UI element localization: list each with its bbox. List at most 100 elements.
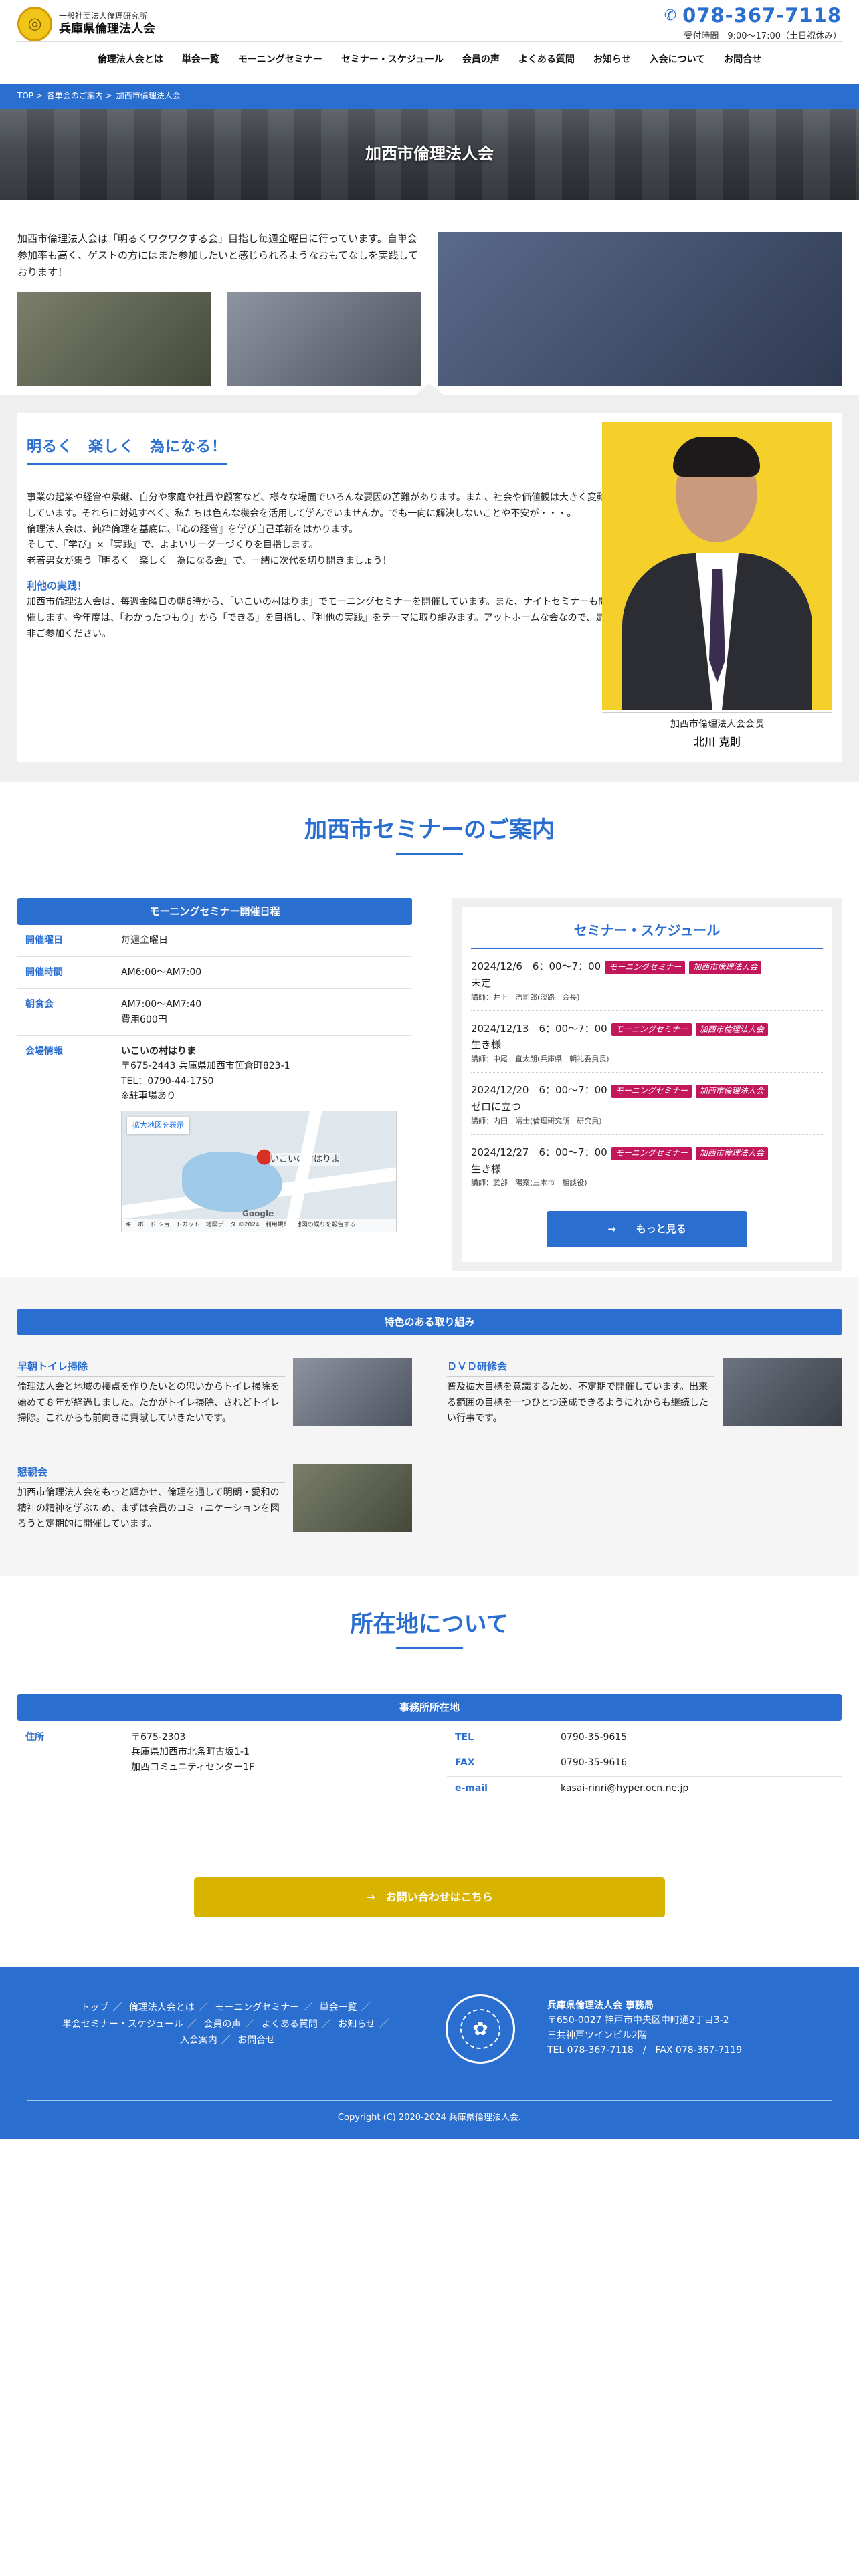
nav-item-schedule[interactable]: セミナー・スケジュール [332,52,453,68]
office-address: 〒650-0027 神戸市中央区中町通2丁目3-2 [547,2015,729,2026]
office-tel-fax: TEL 078-367-7118 / FAX 078-367-7119 [547,2045,743,2056]
address-label: 住所 [25,1732,44,1743]
title-underline [396,1647,463,1650]
footer-link-voices[interactable]: 会員の声 [203,2019,241,2030]
location-section: 所在地について 事務所所在地 住所 〒675-2303 兵庫県加西市北条町古坂1… [0,1576,859,1967]
schedule-item[interactable]: 2024/12/6 6：00〜7：00 モーニングセミナー 加西市倫理法人会 未定 … [471,949,823,1011]
map-enlarge-link[interactable]: 拡大地図を表示 [127,1116,189,1134]
fax-label: FAX [455,1757,475,1769]
intro-photo-2 [227,292,421,386]
tel-value[interactable]: 0790-35-9615 [561,1730,842,1745]
info-row: 朝食会 AM7:00〜AM7:40 費用600円 [17,989,412,1036]
breadcrumb-branches[interactable]: 各単会のご案内 > [47,90,112,103]
section-arrow [415,383,444,395]
schedule-date: 2024/12/6 6：00〜7：00 [471,960,601,972]
feature-text: 普及拡大目標を意識するため、不定期で開催しています。出来る範囲の目標を一つひとつ… [447,1381,708,1424]
message-title: 明るく 楽しく 為になる！ [27,435,227,465]
president-portrait [602,422,832,710]
schedule-item[interactable]: 2024/12/20 6：00〜7：00 モーニングセミナー 加西市倫理法人会 ゼロ… [471,1073,823,1135]
tag-morning-seminar: モーニングセミナー [611,1146,692,1160]
nav-item-morning-seminar[interactable]: モーニングセミナー [229,52,332,68]
tag-branch: 加西市倫理法人会 [695,1146,768,1160]
feature-item: 懇親会 加西市倫理法人会をもっと輝かせ、倫理を通して明朗・愛和の精神の精神を学ぶ… [17,1464,412,1533]
nav-item-contact[interactable]: お問合せ [714,52,771,68]
schedule-speaker: 講師：中尾 直太朗(兵庫県 朝礼委員長) [471,1055,609,1064]
feature-item: 早朝トイレ掃除 倫理法人会と地域の接点を作りたいとの思いからトイレ掃除を始めて８… [17,1358,412,1427]
hero-banner: 加西市倫理法人会 [0,109,859,200]
footer-link-join[interactable]: 入会案内 [180,2035,217,2046]
venue-parking: ※駐車場あり [121,1091,176,1102]
schedule-date: 2024/12/13 6：00〜7：00 [471,1022,607,1035]
phone-number: 078-367-7118 [682,4,842,27]
footer-office: 兵庫県倫理法人会 事務局 〒650-0027 神戸市中央区中町通2丁目3-2 三… [547,1998,742,2058]
schedule-topic: 生き様 [471,1162,502,1175]
tag-morning-seminar: モーニングセミナー [611,1023,692,1037]
venue-info: いこいの村はりま 〒675-2443 兵庫県加西市笹倉町823-1 TEL：07… [121,1044,412,1232]
logo-emblem-icon: ◎ [17,7,52,41]
footer-link-branches[interactable]: 単会一覧 [320,2002,357,2013]
site-logo[interactable]: ◎ 一般社団法人倫理研究所 兵庫県倫理法人会 [17,7,155,41]
venue-map[interactable]: ● いこいの村はりま 拡大地図を表示 Google キーボード ショートカット … [121,1110,397,1232]
feature-title: ＤＶＤ研修会 [447,1358,714,1377]
feature-photo [723,1358,842,1426]
header-phone[interactable]: ✆ 078-367-7118 [664,0,842,32]
info-heading: モーニングセミナー開催日程 [17,898,412,925]
footer-link-news[interactable]: お知らせ [338,2019,375,2030]
feature-photo [293,1464,412,1532]
office-building: 三共神戸ツインビル2階 [547,2030,647,2041]
schedule-speaker: 講師：井上 浩司郎(淡路 会長) [471,992,580,1002]
map-place-label: いこいの村はりま [270,1152,341,1167]
copyright: Copyright (C) 2020-2024 兵庫県倫理法人会. [337,2113,522,2123]
features-heading: 特色のある取り組み [17,1309,842,1335]
schedule-date: 2024/12/20 6：00〜7：00 [471,1084,607,1097]
schedule-date: 2024/12/27 6：00〜7：00 [471,1146,607,1158]
logo-subtitle: 一般社団法人倫理研究所 [59,11,148,21]
info-label: 朝食会 [25,999,54,1010]
message-section: 明るく 楽しく 為になる！ 事業の起業や経営や承継、自分や家庭や社員や顧客など、… [0,383,859,782]
nav-item-news[interactable]: お知らせ [584,52,640,68]
email-label: e-mail [455,1783,488,1794]
footer-link-faq[interactable]: よくある質問 [262,2019,318,2030]
schedule-topic: ゼロに立つ [471,1101,522,1113]
message-paragraph: 倫理法人会は、純粋倫理を基底に、『心の経営』を学び自己革新をはかります。 [27,524,359,535]
address-value: 〒675-2303 兵庫県加西市北条町古坂1-1 加西コミュニティセンター1F [131,1730,412,1775]
message-body: 事業の起業や経営や承継、自分や家庭や社員や顧客など、様々な場面でいろんな要因の苦… [27,490,609,643]
schedule-topic: 生き様 [471,1039,502,1051]
message-paragraph: 事業の起業や経営や承継、自分や家庭や社員や顧客など、様々な場面でいろんな要因の苦… [27,492,606,519]
nav-item-join[interactable]: 入会について [640,52,715,68]
footer-link-top[interactable]: トップ [80,2002,108,2013]
schedule-speaker: 講師：武部 陽案(三木市 相談役) [471,1178,587,1188]
tag-branch: 加西市倫理法人会 [689,961,762,974]
nav-item-voices[interactable]: 会員の声 [453,52,509,68]
footer-nav: トップ／ 倫理法人会とは／ モーニングセミナー／ 単会一覧／ 単会セミナー・スケ… [62,2002,389,2046]
address-line: 加西コミュニティセンター1F [131,1761,255,1773]
morning-seminar-info: モーニングセミナー開催日程 開催曜日 毎週金曜日 開催時間 AM6:00〜AM7… [17,898,412,1241]
tel-label: TEL [455,1732,474,1743]
logo-title: 兵庫県倫理法人会 [59,21,155,36]
schedule-item[interactable]: 2024/12/27 6：00〜7：00 モーニングセミナー 加西市倫理法人会 生き… [471,1135,823,1196]
nav-item-about[interactable]: 倫理法人会とは [88,52,173,68]
office-name: 兵庫県倫理法人会 事務局 [547,2000,654,2011]
intro-text: 加西市倫理法人会は「明るくワクワクする会」目指し毎週金曜日に行っています。自単会… [17,233,418,278]
schedule-item[interactable]: 2024/12/13 6：00〜7：00 モーニングセミナー 加西市倫理法人会 生き… [471,1011,823,1073]
nav-item-faq[interactable]: よくある質問 [509,52,584,68]
footer-link-contact[interactable]: お問合せ [237,2035,275,2046]
schedule-speaker: 講師：内田 靖士(倫理研究所 研究員) [471,1116,602,1125]
footer-link-about[interactable]: 倫理法人会とは [129,2002,195,2013]
info-value: 毎週金曜日 [121,935,168,946]
email-value[interactable]: kasai-rinri@hyper.ocn.ne.jp [561,1781,842,1796]
intro-section: 加西市倫理法人会は「明るくワクワクする会」目指し毎週金曜日に行っています。自単会… [0,200,859,395]
contact-button[interactable]: → お問い合わせはこちら [194,1877,665,1917]
breadcrumb: TOP > 各単会のご案内 > 加西市倫理法人会 [0,84,859,109]
see-more-button[interactable]: → もっと見る [547,1210,747,1247]
nav-item-branches[interactable]: 単会一覧 [173,52,229,68]
venue-tel: TEL：0790-44-1750 [121,1075,214,1087]
footer-link-schedule[interactable]: 単会セミナー・スケジュール [62,2019,183,2030]
breadcrumb-top[interactable]: TOP > [17,90,43,103]
feature-title: 懇親会 [17,1464,285,1483]
info-value: AM6:00〜AM7:00 [121,967,202,978]
footer-link-morning-seminar[interactable]: モーニングセミナー [215,2002,299,2013]
page-title: 加西市倫理法人会 [365,144,494,163]
title-underline [396,853,463,855]
address-line: 兵庫県加西市北条町古坂1-1 [131,1747,250,1758]
